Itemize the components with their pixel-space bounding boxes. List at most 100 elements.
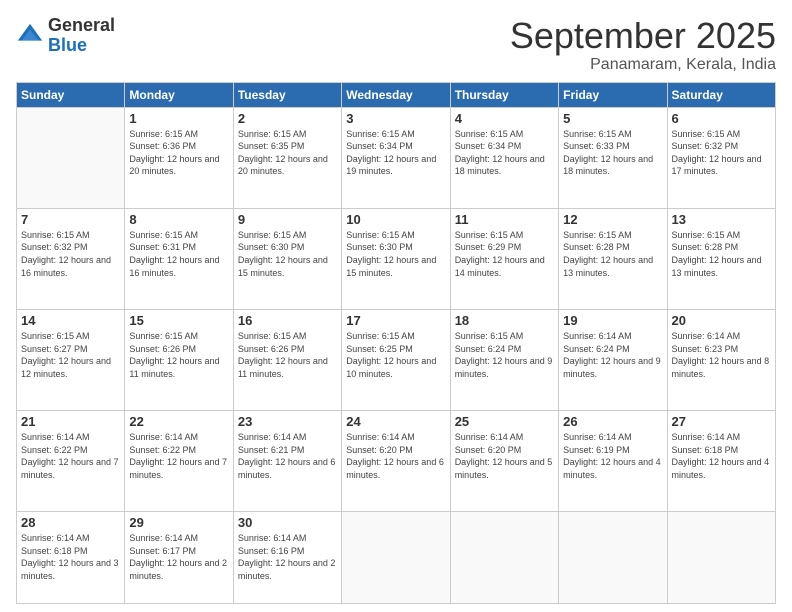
day-info: Sunrise: 6:14 AMSunset: 6:23 PMDaylight:… — [672, 330, 771, 380]
day-info: Sunrise: 6:14 AMSunset: 6:18 PMDaylight:… — [21, 532, 120, 582]
table-row: 24 Sunrise: 6:14 AMSunset: 6:20 PMDayligh… — [342, 411, 450, 512]
day-number: 26 — [563, 414, 662, 429]
day-number: 23 — [238, 414, 337, 429]
table-row: 15 Sunrise: 6:15 AMSunset: 6:26 PMDayligh… — [125, 309, 233, 410]
table-row — [559, 512, 667, 604]
day-number: 12 — [563, 212, 662, 227]
table-row: 8Sunrise: 6:15 AMSunset: 6:31 PMDaylight… — [125, 208, 233, 309]
table-row: 27 Sunrise: 6:14 AMSunset: 6:18 PMDayligh… — [667, 411, 775, 512]
table-row: 11Sunrise: 6:15 AMSunset: 6:29 PMDayligh… — [450, 208, 558, 309]
table-row: 10 Sunrise: 6:15 AMSunset: 6:30 PMDayligh… — [342, 208, 450, 309]
col-tuesday: Tuesday — [233, 82, 341, 107]
table-row: 22 Sunrise: 6:14 AMSunset: 6:22 PMDayligh… — [125, 411, 233, 512]
day-number: 18 — [455, 313, 554, 328]
day-info: Sunrise: 6:15 AMSunset: 6:35 PMDaylight:… — [238, 128, 337, 178]
logo-icon — [16, 22, 44, 50]
day-info: Sunrise: 6:15 AMSunset: 6:28 PMDaylight:… — [563, 229, 662, 279]
day-info: Sunrise: 6:15 AMSunset: 6:29 PMDaylight:… — [455, 229, 554, 279]
day-info: Sunrise: 6:14 AMSunset: 6:16 PMDaylight:… — [238, 532, 337, 582]
day-number: 21 — [21, 414, 120, 429]
day-number: 4 — [455, 111, 554, 126]
col-monday: Monday — [125, 82, 233, 107]
day-number: 20 — [672, 313, 771, 328]
day-number: 6 — [672, 111, 771, 126]
day-number: 24 — [346, 414, 445, 429]
day-number: 14 — [21, 313, 120, 328]
table-row: 9Sunrise: 6:15 AMSunset: 6:30 PMDaylight… — [233, 208, 341, 309]
table-row: 16 Sunrise: 6:15 AMSunset: 6:26 PMDayligh… — [233, 309, 341, 410]
table-row: 17 Sunrise: 6:15 AMSunset: 6:25 PMDayligh… — [342, 309, 450, 410]
day-info: Sunrise: 6:15 AMSunset: 6:26 PMDaylight:… — [129, 330, 228, 380]
day-number: 25 — [455, 414, 554, 429]
day-number: 9 — [238, 212, 337, 227]
day-info: Sunrise: 6:15 AMSunset: 6:26 PMDaylight:… — [238, 330, 337, 380]
table-row — [450, 512, 558, 604]
day-info: Sunrise: 6:14 AMSunset: 6:22 PMDaylight:… — [21, 431, 120, 481]
logo: General Blue — [16, 16, 115, 56]
day-number: 5 — [563, 111, 662, 126]
table-row: 12 Sunrise: 6:15 AMSunset: 6:28 PMDayligh… — [559, 208, 667, 309]
day-number: 28 — [21, 515, 120, 530]
location-title: Panamaram, Kerala, India — [510, 56, 776, 74]
day-number: 19 — [563, 313, 662, 328]
day-info: Sunrise: 6:15 AMSunset: 6:30 PMDaylight:… — [346, 229, 445, 279]
table-row: 2Sunrise: 6:15 AMSunset: 6:35 PMDaylight… — [233, 107, 341, 208]
table-row: 7 Sunrise: 6:15 AMSunset: 6:32 PMDaylight… — [17, 208, 125, 309]
table-row: 5Sunrise: 6:15 AMSunset: 6:33 PMDaylight… — [559, 107, 667, 208]
day-number: 15 — [129, 313, 228, 328]
day-info: Sunrise: 6:15 AMSunset: 6:32 PMDaylight:… — [21, 229, 120, 279]
day-number: 16 — [238, 313, 337, 328]
month-title: September 2025 — [510, 16, 776, 56]
logo-text: General Blue — [48, 16, 115, 56]
table-row: 21 Sunrise: 6:14 AMSunset: 6:22 PMDayligh… — [17, 411, 125, 512]
day-info: Sunrise: 6:15 AMSunset: 6:36 PMDaylight:… — [129, 128, 228, 178]
col-saturday: Saturday — [667, 82, 775, 107]
table-row: 28 Sunrise: 6:14 AMSunset: 6:18 PMDayligh… — [17, 512, 125, 604]
table-row: 30 Sunrise: 6:14 AMSunset: 6:16 PMDayligh… — [233, 512, 341, 604]
title-block: September 2025 Panamaram, Kerala, India — [510, 16, 776, 74]
table-row: 20 Sunrise: 6:14 AMSunset: 6:23 PMDayligh… — [667, 309, 775, 410]
day-number: 3 — [346, 111, 445, 126]
table-row: 25Sunrise: 6:14 AMSunset: 6:20 PMDayligh… — [450, 411, 558, 512]
day-info: Sunrise: 6:14 AMSunset: 6:19 PMDaylight:… — [563, 431, 662, 481]
day-number: 29 — [129, 515, 228, 530]
col-thursday: Thursday — [450, 82, 558, 107]
col-sunday: Sunday — [17, 82, 125, 107]
table-row — [342, 512, 450, 604]
table-row: 29 Sunrise: 6:14 AMSunset: 6:17 PMDayligh… — [125, 512, 233, 604]
table-row: 13 Sunrise: 6:15 AMSunset: 6:28 PMDayligh… — [667, 208, 775, 309]
day-number: 10 — [346, 212, 445, 227]
day-number: 27 — [672, 414, 771, 429]
day-info: Sunrise: 6:14 AMSunset: 6:20 PMDaylight:… — [346, 431, 445, 481]
day-info: Sunrise: 6:15 AMSunset: 6:25 PMDaylight:… — [346, 330, 445, 380]
col-friday: Friday — [559, 82, 667, 107]
table-row: 14 Sunrise: 6:15 AMSunset: 6:27 PMDayligh… — [17, 309, 125, 410]
table-row: 23Sunrise: 6:14 AMSunset: 6:21 PMDayligh… — [233, 411, 341, 512]
day-info: Sunrise: 6:14 AMSunset: 6:24 PMDaylight:… — [563, 330, 662, 380]
day-number: 1 — [129, 111, 228, 126]
day-info: Sunrise: 6:15 AMSunset: 6:27 PMDaylight:… — [21, 330, 120, 380]
table-row: 3 Sunrise: 6:15 AMSunset: 6:34 PMDaylight… — [342, 107, 450, 208]
table-row: 19 Sunrise: 6:14 AMSunset: 6:24 PMDayligh… — [559, 309, 667, 410]
day-info: Sunrise: 6:14 AMSunset: 6:17 PMDaylight:… — [129, 532, 228, 582]
day-info: Sunrise: 6:15 AMSunset: 6:28 PMDaylight:… — [672, 229, 771, 279]
table-row: 18 Sunrise: 6:15 AMSunset: 6:24 PMDayligh… — [450, 309, 558, 410]
day-number: 22 — [129, 414, 228, 429]
day-number: 13 — [672, 212, 771, 227]
day-info: Sunrise: 6:14 AMSunset: 6:22 PMDaylight:… — [129, 431, 228, 481]
day-info: Sunrise: 6:15 AMSunset: 6:34 PMDaylight:… — [455, 128, 554, 178]
logo-blue: Blue — [48, 36, 115, 56]
day-info: Sunrise: 6:15 AMSunset: 6:32 PMDaylight:… — [672, 128, 771, 178]
table-row — [17, 107, 125, 208]
day-number: 30 — [238, 515, 337, 530]
day-info: Sunrise: 6:15 AMSunset: 6:34 PMDaylight:… — [346, 128, 445, 178]
logo-general: General — [48, 16, 115, 36]
day-info: Sunrise: 6:15 AMSunset: 6:31 PMDaylight:… — [129, 229, 228, 279]
day-number: 17 — [346, 313, 445, 328]
table-row — [667, 512, 775, 604]
day-info: Sunrise: 6:14 AMSunset: 6:18 PMDaylight:… — [672, 431, 771, 481]
day-number: 7 — [21, 212, 120, 227]
header: General Blue September 2025 Panamaram, K… — [16, 16, 776, 74]
table-row: 26 Sunrise: 6:14 AMSunset: 6:19 PMDayligh… — [559, 411, 667, 512]
day-info: Sunrise: 6:15 AMSunset: 6:24 PMDaylight:… — [455, 330, 554, 380]
